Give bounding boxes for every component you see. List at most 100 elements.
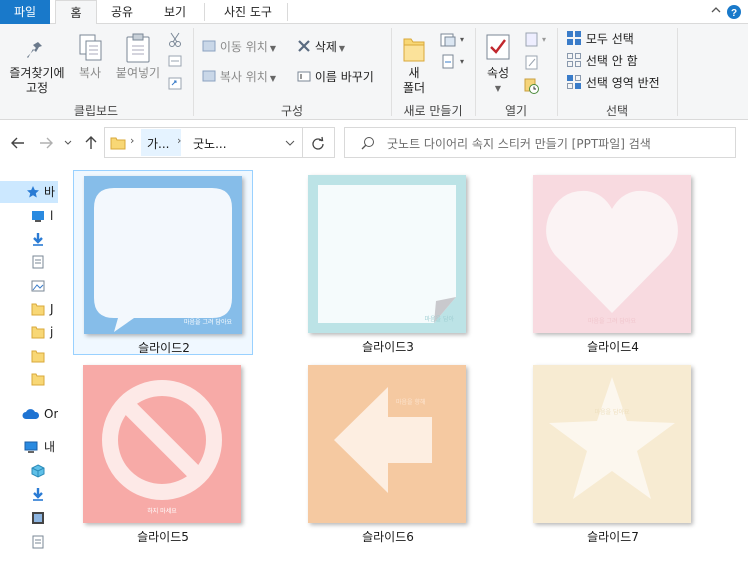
- properties-icon[interactable]: [485, 33, 511, 64]
- cloud-icon: [22, 409, 40, 419]
- folder-icon: [31, 303, 45, 316]
- help-icon[interactable]: ?: [726, 4, 742, 20]
- chevron-down-icon: ▼: [494, 84, 502, 93]
- nav-item-documents[interactable]: [0, 251, 58, 273]
- file-item[interactable]: 하지 마세요 슬라이드5: [73, 360, 253, 545]
- refresh-icon[interactable]: [311, 136, 325, 150]
- organize-group-label: 구성: [280, 104, 304, 118]
- paste-icon[interactable]: [125, 32, 151, 67]
- edit-icon[interactable]: [524, 55, 540, 74]
- nav-item-folder[interactable]: [0, 345, 58, 367]
- move-to-button[interactable]: 이동 위치 ▼: [202, 38, 276, 56]
- nav-item-this-pc[interactable]: 내: [0, 436, 58, 458]
- paste-shortcut-icon[interactable]: [168, 76, 182, 93]
- nav-item-folder[interactable]: J: [0, 298, 58, 320]
- file-item[interactable]: 마음을 그려 담아요 슬라이드2: [73, 170, 253, 355]
- rename-button[interactable]: 이름 바꾸기: [297, 68, 374, 86]
- chevron-down-icon: ▼: [338, 44, 346, 53]
- download-icon: [33, 233, 43, 246]
- cut-icon[interactable]: [168, 32, 182, 51]
- new-folder-icon[interactable]: [402, 33, 426, 66]
- nav-item-folder[interactable]: [0, 368, 58, 390]
- tab-share[interactable]: 공유: [100, 0, 144, 24]
- copy-to-button[interactable]: 복사 위치 ▼: [202, 68, 276, 86]
- tab-divider: [287, 3, 288, 21]
- new-folder-button[interactable]: 새 폴더: [398, 66, 430, 96]
- breadcrumb-current[interactable]: 굿노...: [193, 135, 227, 152]
- easy-access-icon[interactable]: ▾: [440, 54, 464, 73]
- pin-to-quick-access-button[interactable]: 즐겨찾기에 고정: [5, 66, 69, 96]
- thumbnail-caption: 하지 마세요: [147, 508, 177, 515]
- nav-item-label: l: [50, 209, 54, 223]
- folder-icon: [31, 326, 45, 339]
- clipboard-group-label: 클립보드: [73, 104, 119, 118]
- thumbnail: 마음을 담아요: [533, 365, 691, 523]
- delete-button[interactable]: 삭제 ▼: [297, 38, 345, 56]
- nav-item-desktop[interactable]: l: [0, 205, 58, 227]
- nav-item-downloads[interactable]: [0, 228, 58, 250]
- nav-item-downloads[interactable]: [0, 483, 58, 505]
- star-icon: [549, 377, 675, 499]
- nav-item-quick-access[interactable]: 바: [0, 181, 58, 203]
- file-item[interactable]: 마음을 향해 슬라이드6: [298, 360, 478, 545]
- thumbnail: 마음을 그려 담아요: [84, 176, 242, 334]
- file-name: 슬라이드5: [137, 530, 189, 544]
- history-icon[interactable]: [524, 78, 540, 97]
- rename-label: 이름 바꾸기: [314, 70, 374, 84]
- move-to-label: 이동 위치: [219, 40, 268, 54]
- copy-to-label: 복사 위치: [219, 70, 268, 84]
- film-icon: [32, 512, 44, 524]
- thumbnail: 마음을 담아: [308, 175, 466, 333]
- nav-item-label: J: [50, 302, 54, 316]
- back-button[interactable]: [9, 133, 27, 153]
- nav-item-pictures[interactable]: [0, 275, 58, 297]
- folder-icon: [31, 350, 45, 363]
- address-bar[interactable]: › 가... › 굿노...: [104, 127, 335, 158]
- document-icon: [32, 535, 44, 549]
- minimize-ribbon-icon[interactable]: [708, 4, 724, 20]
- tab-picture-tools[interactable]: 사진 도구: [210, 0, 286, 24]
- nav-item-label: 내: [44, 440, 56, 454]
- note-paper-icon: [318, 185, 456, 323]
- properties-button[interactable]: 속성 ▼: [480, 66, 516, 96]
- tab-home[interactable]: 홈: [55, 0, 97, 25]
- nav-item-label: On: [44, 407, 58, 421]
- thumbnail: 마음을 그려 담아요: [533, 175, 691, 333]
- tab-view[interactable]: 보기: [152, 0, 198, 24]
- recent-locations-button[interactable]: [62, 133, 74, 153]
- copy-button[interactable]: 복사: [75, 66, 105, 81]
- nav-item-3d-objects[interactable]: [0, 460, 58, 482]
- search-box[interactable]: 굿노트 다이어리 속지 스티커 만들기 [PPT파일] 검색: [344, 127, 736, 158]
- file-item[interactable]: 마음을 담아 슬라이드3: [298, 170, 478, 355]
- invert-selection-button[interactable]: 선택 영역 반전: [566, 74, 660, 92]
- move-to-icon: [202, 40, 216, 52]
- arrow-left-icon: [334, 387, 432, 493]
- chevron-right-icon: ›: [177, 134, 182, 147]
- nav-item-documents[interactable]: [0, 531, 58, 553]
- navigation-bar: › 가... › 굿노... 굿노트 다이어리 속지 스티커 만들기 [PPT파…: [0, 121, 748, 167]
- thumbnail-caption: 마음을 담아: [424, 316, 454, 323]
- nav-item-folder[interactable]: j: [0, 321, 58, 343]
- breadcrumb-item[interactable]: 가...: [141, 129, 181, 156]
- forward-button[interactable]: [37, 133, 55, 153]
- pin-icon[interactable]: [25, 36, 49, 65]
- copy-icon[interactable]: [78, 33, 104, 66]
- copy-path-icon[interactable]: [168, 55, 182, 70]
- chevron-down-icon: ▼: [269, 44, 276, 53]
- nav-item-videos[interactable]: [0, 507, 58, 529]
- tab-file[interactable]: 파일: [0, 0, 50, 24]
- up-button[interactable]: [82, 133, 100, 153]
- new-item-icon[interactable]: ▾: [440, 32, 464, 51]
- paste-button[interactable]: 붙여넣기: [112, 66, 164, 81]
- chevron-down-icon[interactable]: [285, 139, 295, 147]
- file-item[interactable]: 마음을 담아요 슬라이드7: [523, 360, 703, 545]
- search-input[interactable]: 굿노트 다이어리 속지 스티커 만들기 [PPT파일] 검색: [387, 135, 651, 152]
- arrow-up-icon: [85, 136, 97, 149]
- cube-icon: [31, 464, 45, 478]
- thumbnail-caption: 마음을 향해: [396, 399, 426, 406]
- open-icon[interactable]: ▾: [524, 32, 548, 51]
- select-all-button[interactable]: 모두 선택: [566, 30, 634, 48]
- file-item[interactable]: 마음을 그려 담아요 슬라이드4: [523, 170, 703, 355]
- select-none-button[interactable]: 선택 안 함: [566, 52, 638, 70]
- nav-item-onedrive[interactable]: On: [0, 403, 58, 425]
